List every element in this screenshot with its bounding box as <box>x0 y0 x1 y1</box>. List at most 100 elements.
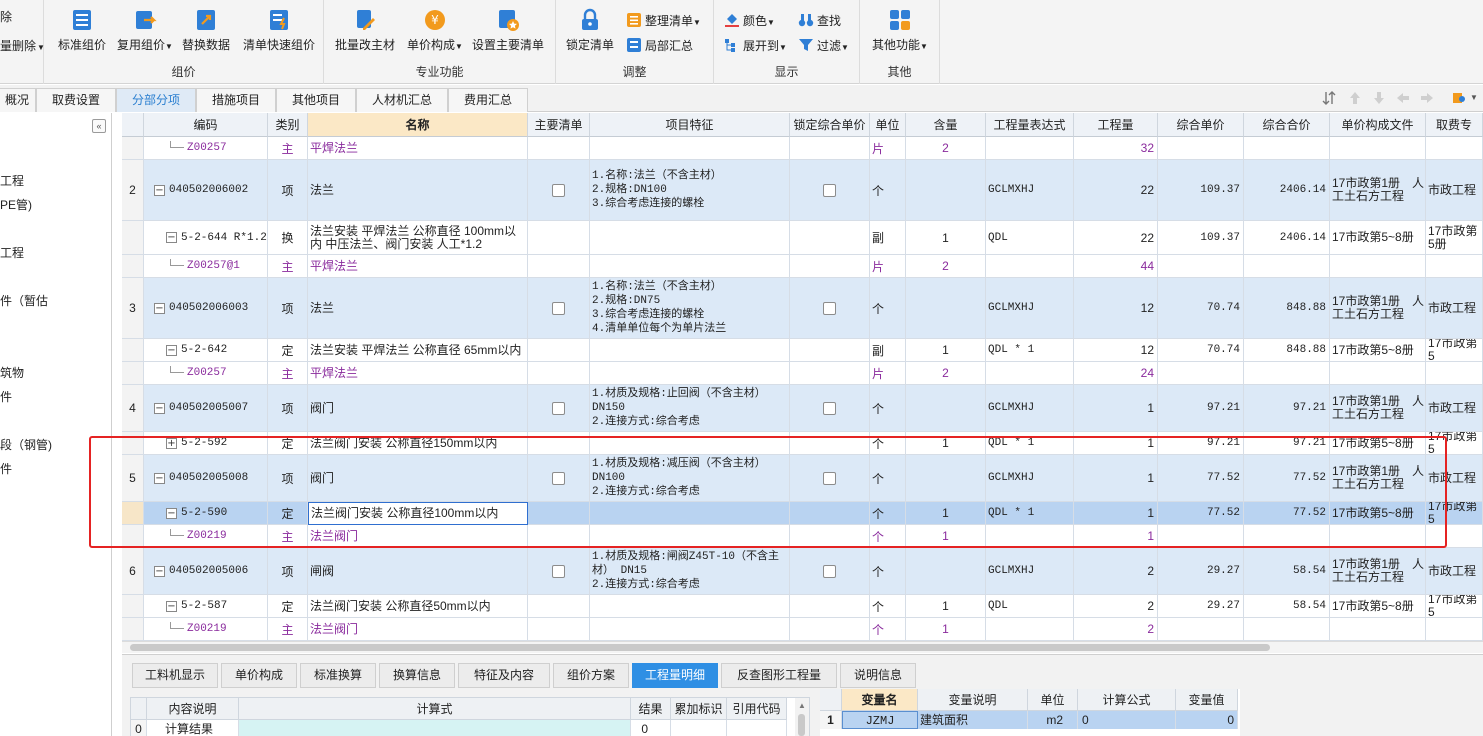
main-list-cell[interactable] <box>528 432 590 455</box>
expr-cell[interactable]: GCLMXHJ <box>986 278 1074 339</box>
main-list-cell[interactable] <box>528 595 590 618</box>
reuse-pricing-button[interactable]: 复用组价▼ <box>116 8 174 58</box>
code-cell[interactable]: −040502005007 <box>144 385 268 432</box>
unit-cell[interactable]: 个 <box>870 525 906 548</box>
main-list-checkbox[interactable] <box>552 401 565 415</box>
code-cell[interactable]: −5-2-642 <box>144 339 268 362</box>
feature-cell[interactable]: 1.材质及规格:闸阀Z45T-10（不含主材） DN15 2.连接方式:综合考虑 <box>590 548 790 595</box>
col-header-unit[interactable]: 单位 <box>870 113 906 137</box>
lock-price-cell[interactable] <box>790 595 870 618</box>
qty-cell[interactable]: 2 <box>1074 595 1158 618</box>
table-row[interactable]: Z00257 主平焊法兰 片 2 32 <box>122 137 1483 160</box>
qty-cell[interactable]: 12 <box>1074 278 1158 339</box>
qty-cell[interactable]: 22 <box>1074 221 1158 255</box>
lock-price-cell[interactable] <box>790 502 870 525</box>
name-cell[interactable]: 法兰安装 平焊法兰 公称直径 65mm以内 <box>308 339 528 362</box>
feature-cell[interactable] <box>590 221 790 255</box>
sort-list-button[interactable]: 整理清单▼ <box>626 12 701 30</box>
main-list-cell[interactable] <box>528 160 590 221</box>
qty-cell[interactable]: 1 <box>1074 385 1158 432</box>
fee-cell[interactable] <box>1426 255 1483 278</box>
tab-other-items[interactable]: 其他项目 <box>276 88 356 112</box>
fee-cell[interactable]: 17市政第5 <box>1426 502 1483 525</box>
main-list-cell[interactable] <box>528 548 590 595</box>
collapse-toggle-icon[interactable]: − <box>154 184 165 196</box>
lock-price-cell[interactable] <box>790 385 870 432</box>
price-file-cell[interactable] <box>1330 137 1426 160</box>
expr-cell[interactable] <box>986 362 1074 385</box>
main-list-cell[interactable] <box>528 137 590 160</box>
detail-desc-cell[interactable]: 计算结果 <box>147 720 239 736</box>
col-header-total[interactable]: 综合合价 <box>1244 113 1330 137</box>
btab-standard-conversion[interactable]: 标准换算 <box>300 663 376 688</box>
code-cell[interactable]: −5-2-587 <box>144 595 268 618</box>
name-cell[interactable]: 法兰阀门安装 公称直径50mm以内 <box>308 595 528 618</box>
col-header-fee[interactable]: 取费专 <box>1426 113 1483 137</box>
main-list-cell[interactable] <box>528 618 590 641</box>
var-desc-cell[interactable]: 建筑面积 <box>918 711 1028 729</box>
unit-price-cell[interactable] <box>1158 618 1244 641</box>
main-list-cell[interactable] <box>528 525 590 548</box>
lock-price-cell[interactable] <box>790 525 870 548</box>
qty-cell[interactable]: 24 <box>1074 362 1158 385</box>
qty-cell[interactable]: 2 <box>1074 548 1158 595</box>
name-cell[interactable]: 平焊法兰 <box>308 362 528 385</box>
tab-measures[interactable]: 措施项目 <box>196 88 276 112</box>
type-cell[interactable]: 主 <box>268 618 308 641</box>
other-functions-button[interactable]: 其他功能▼ <box>868 8 932 58</box>
type-cell[interactable]: 主 <box>268 137 308 160</box>
main-list-checkbox[interactable] <box>552 564 565 578</box>
type-cell[interactable]: 定 <box>268 339 308 362</box>
dropdown-arrow-icon[interactable]: ▼ <box>1470 93 1478 102</box>
code-cell[interactable]: −5-2-644 R*1.2 <box>144 221 268 255</box>
col-header-code[interactable]: 编码 <box>144 113 268 137</box>
unit-price-cell[interactable] <box>1158 525 1244 548</box>
lock-price-cell[interactable] <box>790 255 870 278</box>
feature-cell[interactable] <box>590 339 790 362</box>
main-list-cell[interactable] <box>528 385 590 432</box>
unit-cell[interactable]: 片 <box>870 255 906 278</box>
content-cell[interactable]: 1 <box>906 502 986 525</box>
table-row[interactable]: Z00219 主法兰阀门个 1 1 <box>122 525 1483 548</box>
main-list-cell[interactable] <box>528 221 590 255</box>
unit-price-cell[interactable]: 109.37 <box>1158 221 1244 255</box>
main-list-cell[interactable] <box>528 278 590 339</box>
code-cell[interactable]: Z00219 <box>144 618 268 641</box>
table-row[interactable]: Z00257@1 主平焊法兰 片 2 44 <box>122 255 1483 278</box>
tab-cost-summary[interactable]: 费用汇总 <box>448 88 528 112</box>
var-formula-cell[interactable]: 0 <box>1078 711 1176 729</box>
move-left-icon[interactable] <box>1396 91 1410 105</box>
collapse-panel-icon[interactable]: « <box>92 119 106 133</box>
qty-cell[interactable]: 2 <box>1074 618 1158 641</box>
feature-cell[interactable] <box>590 618 790 641</box>
unit-cell[interactable]: 个 <box>870 548 906 595</box>
type-cell[interactable]: 项 <box>268 160 308 221</box>
table-row[interactable]: −5-2-644 R*1.2 换法兰安装 平焊法兰 公称直径 100mm以内 中压… <box>122 221 1483 255</box>
feature-cell[interactable] <box>590 502 790 525</box>
unit-cell[interactable]: 个 <box>870 618 906 641</box>
fee-cell[interactable]: 市政工程 <box>1426 385 1483 432</box>
col-header-name[interactable]: 名称 <box>308 113 528 137</box>
lock-price-cell[interactable] <box>790 432 870 455</box>
unit-price-cell[interactable]: 29.27 <box>1158 548 1244 595</box>
unit-price-cell[interactable]: 70.74 <box>1158 339 1244 362</box>
collapse-toggle-icon[interactable]: − <box>166 344 177 356</box>
content-cell[interactable] <box>906 385 986 432</box>
col-header-expr[interactable]: 工程量表达式 <box>986 113 1074 137</box>
table-row[interactable]: 2−040502006002 项法兰 1.名称:法兰（不含主材） 2.规格:DN10… <box>122 160 1483 221</box>
unit-cell[interactable]: 副 <box>870 339 906 362</box>
unit-cell[interactable]: 个 <box>870 160 906 221</box>
feature-cell[interactable]: 1.材质及规格:止回阀（不含主材）DN150 2.连接方式:综合考虑 <box>590 385 790 432</box>
name-cell[interactable]: 闸阀 <box>308 548 528 595</box>
fee-cell[interactable]: 17市政第5 <box>1426 432 1483 455</box>
tree-item[interactable]: 件（暂估 <box>0 292 48 309</box>
feature-cell[interactable] <box>590 525 790 548</box>
col-header-file[interactable]: 单价构成文件 <box>1330 113 1426 137</box>
fee-cell[interactable]: 市政工程 <box>1426 548 1483 595</box>
var-unit-cell[interactable]: m2 <box>1028 711 1078 729</box>
table-row[interactable]: 5−040502005008 项阀门 1.材质及规格:减压阀（不含主材）DN100 … <box>122 455 1483 502</box>
unit-price-cell[interactable]: 29.27 <box>1158 595 1244 618</box>
tab-overview[interactable]: 概况 <box>0 88 36 112</box>
main-list-checkbox[interactable] <box>552 183 565 197</box>
code-cell[interactable]: +5-2-592 <box>144 432 268 455</box>
